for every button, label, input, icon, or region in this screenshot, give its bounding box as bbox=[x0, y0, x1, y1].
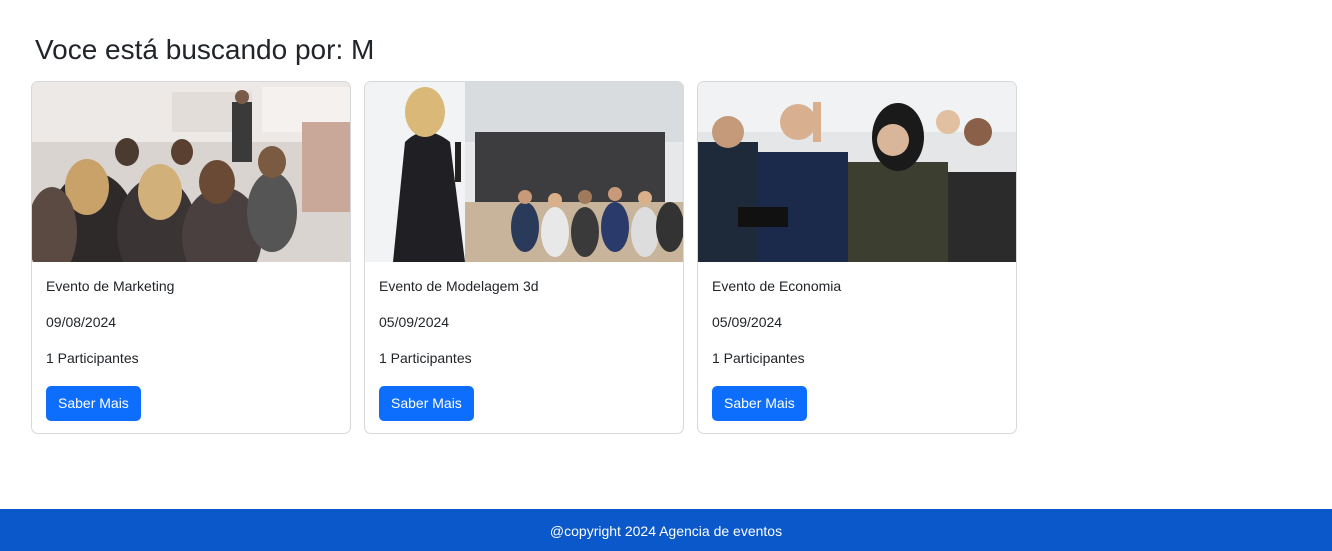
event-image bbox=[365, 82, 683, 262]
event-date: 05/09/2024 bbox=[379, 314, 450, 330]
event-participants: 1 Participantes bbox=[46, 350, 139, 366]
event-participants: 1 Participantes bbox=[379, 350, 472, 366]
event-image bbox=[32, 82, 350, 262]
event-card: Evento de Modelagem 3d 05/09/2024 1 Part… bbox=[364, 81, 684, 434]
footer-copyright: @copyright 2024 Agencia de eventos bbox=[549, 523, 783, 539]
event-image bbox=[698, 82, 1016, 262]
event-date: 09/08/2024 bbox=[46, 314, 117, 330]
event-name: Evento de Economia bbox=[712, 278, 842, 294]
saber-mais-button[interactable]: Saber Mais bbox=[712, 386, 807, 421]
footer: @copyright 2024 Agencia de eventos bbox=[0, 509, 1332, 551]
event-name: Evento de Modelagem 3d bbox=[379, 278, 539, 294]
page-title: Voce está buscando por: M bbox=[35, 34, 375, 65]
event-name: Evento de Marketing bbox=[46, 278, 175, 294]
saber-mais-button[interactable]: Saber Mais bbox=[379, 386, 474, 421]
event-card: Evento de Marketing 09/08/2024 1 Partici… bbox=[31, 81, 351, 434]
saber-mais-button[interactable]: Saber Mais bbox=[46, 386, 141, 421]
event-date: 05/09/2024 bbox=[712, 314, 783, 330]
event-participants: 1 Participantes bbox=[712, 350, 805, 366]
event-card-list: Evento de Marketing 09/08/2024 1 Partici… bbox=[31, 81, 1017, 434]
event-card: Evento de Economia 05/09/2024 1 Particip… bbox=[697, 81, 1017, 434]
